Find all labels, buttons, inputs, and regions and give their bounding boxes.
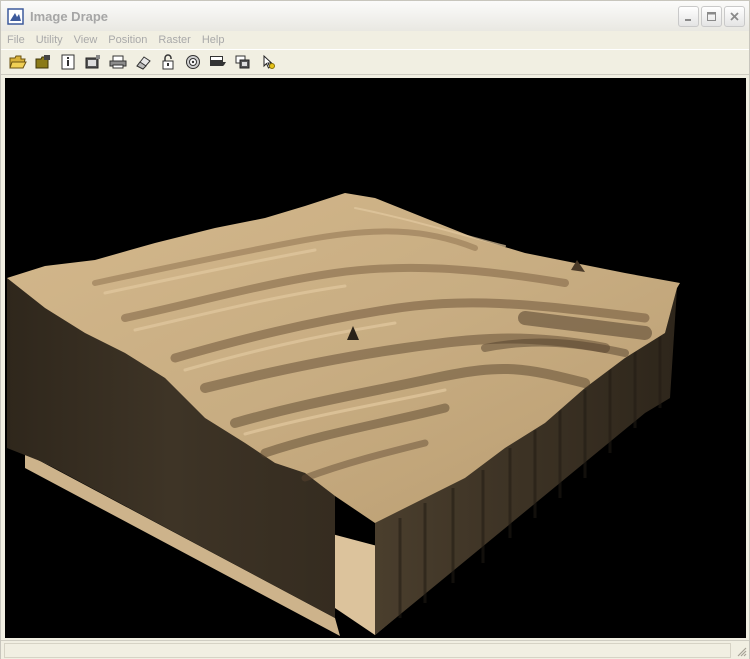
- info-button[interactable]: [55, 51, 80, 73]
- window-controls: [678, 6, 745, 27]
- menu-utility[interactable]: Utility: [30, 34, 68, 46]
- terrain-scene: [7, 193, 680, 636]
- menu-help[interactable]: Help: [196, 34, 230, 46]
- 3d-drape-viewport[interactable]: [5, 78, 746, 638]
- film-button[interactable]: [80, 51, 105, 73]
- print-button[interactable]: [105, 51, 130, 73]
- lock-button[interactable]: [155, 51, 180, 73]
- pointer-icon: [263, 54, 275, 69]
- display-button[interactable]: [205, 51, 230, 73]
- menu-bar: File Utility View Position Raster Help: [1, 31, 749, 49]
- menu-view[interactable]: View: [68, 34, 103, 46]
- app-icon: [7, 7, 24, 25]
- printer-icon: [109, 55, 126, 69]
- target-icon: [185, 55, 200, 69]
- lock-icon: [162, 54, 173, 70]
- display-icon: [209, 56, 226, 66]
- minimize-icon: [685, 19, 691, 21]
- maximize-button[interactable]: [701, 6, 722, 27]
- info-icon: [61, 54, 74, 70]
- open-folder-icon: [8, 55, 27, 69]
- title-bar[interactable]: Image Drape: [1, 1, 749, 31]
- menu-position[interactable]: Position: [102, 34, 152, 46]
- open-image-icon: [35, 55, 50, 69]
- status-field: [4, 643, 731, 658]
- close-button[interactable]: [724, 6, 745, 27]
- maximize-icon: [707, 12, 716, 21]
- window-title: Image Drape: [30, 8, 109, 24]
- open-image-button[interactable]: [30, 51, 55, 73]
- menu-raster[interactable]: Raster: [152, 34, 195, 46]
- eraser-icon: [135, 56, 151, 70]
- status-bar: [1, 640, 749, 659]
- toolbar: [1, 49, 749, 75]
- image-drape-window: Image Drape File Utility View Position R…: [0, 0, 750, 659]
- layers-icon: [235, 55, 249, 69]
- menu-file[interactable]: File: [1, 34, 30, 46]
- minimize-button[interactable]: [678, 6, 699, 27]
- pointer-button[interactable]: [255, 51, 280, 73]
- film-icon: [85, 55, 100, 69]
- eraser-button[interactable]: [130, 51, 155, 73]
- target-button[interactable]: [180, 51, 205, 73]
- open-folder-button[interactable]: [5, 51, 30, 73]
- close-icon: [730, 12, 739, 21]
- layers-button[interactable]: [230, 51, 255, 73]
- resize-grip-icon[interactable]: [735, 645, 747, 657]
